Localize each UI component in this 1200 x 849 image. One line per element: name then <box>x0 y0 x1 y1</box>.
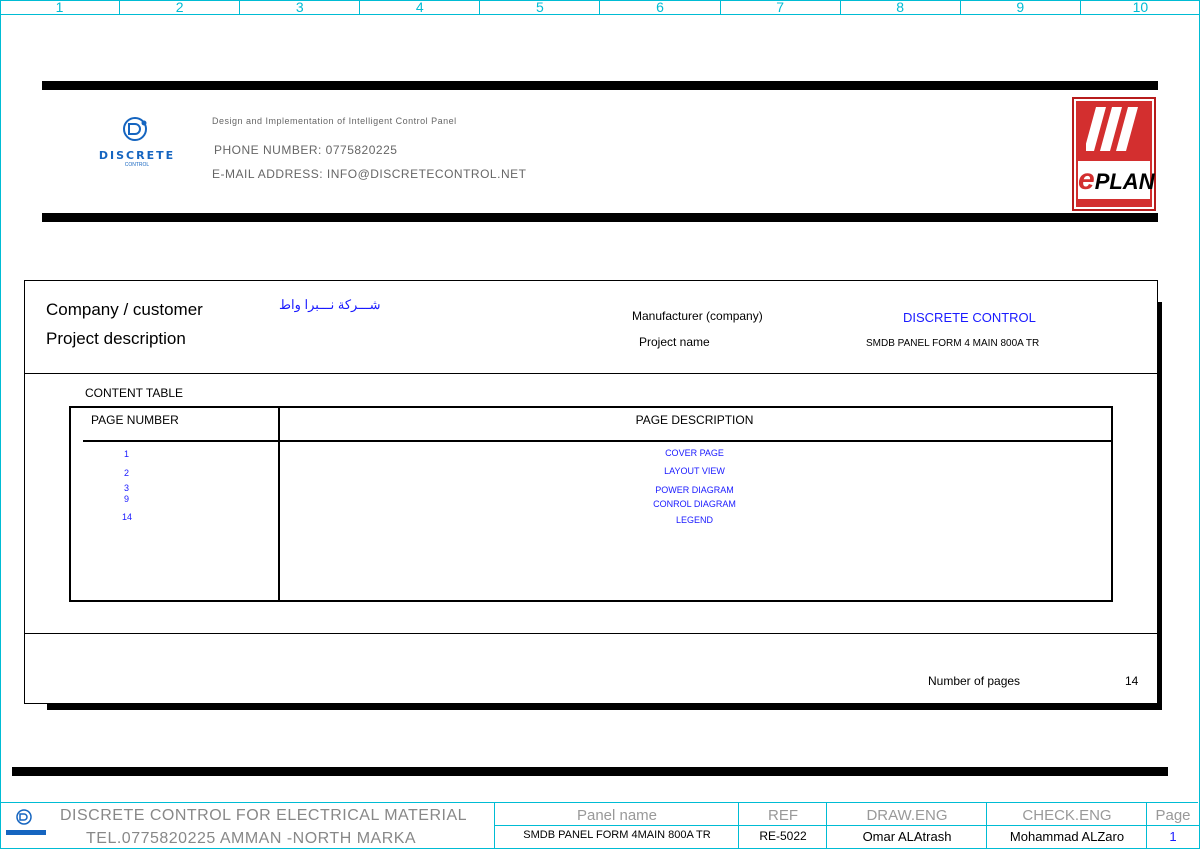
col-header-page-number: PAGE NUMBER <box>91 413 179 427</box>
ruler-cell: 5 <box>480 0 601 14</box>
discrete-control-logo: DISCRETE CONTROL <box>94 115 180 169</box>
title-block-draw-eng: DRAW.ENG Omar ALAtrash <box>826 803 987 849</box>
row-page-description: POWER DIAGRAM <box>655 485 734 495</box>
eplan-wordmark: PLAN <box>1094 169 1155 194</box>
cell-divider <box>495 825 739 826</box>
row-page-description: COVER PAGE <box>665 448 724 458</box>
title-block: DISCRETE CONTROL FOR ELECTRICAL MATERIAL… <box>0 802 1199 849</box>
project-name-label: Project name <box>639 335 710 349</box>
row-page-description: CONROL DIAGRAM <box>653 499 736 509</box>
number-of-pages-label: Number of pages <box>928 674 1021 688</box>
company-phone: PHONE NUMBER: 0775820225 <box>214 143 398 157</box>
ruler-cell: 1 <box>0 0 121 14</box>
column-ruler: 1 2 3 4 5 6 7 8 9 10 <box>0 0 1200 15</box>
row-page-number: 9 <box>124 494 130 504</box>
page-label: Page <box>1155 807 1191 824</box>
title-block-panel-name: Panel name SMDB PANEL FORM 4MAIN 800A TR <box>494 803 739 849</box>
ruler-cell: 3 <box>240 0 361 14</box>
cell-divider <box>987 825 1147 826</box>
draw-eng-value: Omar ALAtrash <box>862 829 952 844</box>
row-page-number: 1 <box>124 449 130 459</box>
check-eng-value: Mohammad ALZaro <box>1009 829 1125 844</box>
number-of-pages-value: 14 <box>1125 674 1139 688</box>
panel-name-value: SMDB PANEL FORM 4MAIN 800A TR <box>523 829 711 841</box>
footer-logo-icon <box>6 809 46 835</box>
title-block-page: Page 1 <box>1146 803 1199 849</box>
panel-name-label: Panel name <box>576 807 658 824</box>
ruler-cell: 9 <box>961 0 1081 14</box>
eplan-e-letter: e <box>1078 163 1095 196</box>
manufacturer-label: Manufacturer (company) <box>632 309 763 323</box>
manufacturer-value: DISCRETE CONTROL <box>903 310 1036 325</box>
draw-eng-label: DRAW.ENG <box>866 807 948 824</box>
ruler-cell: 8 <box>841 0 961 14</box>
footer-company-name: DISCRETE CONTROL FOR ELECTRICAL MATERIAL <box>60 807 468 824</box>
col-header-page-description: PAGE DESCRIPTION <box>635 413 754 427</box>
ref-label: REF <box>768 807 798 824</box>
check-eng-label: CHECK.ENG <box>1022 807 1112 824</box>
cover-divider-bottom <box>25 633 1157 634</box>
eplan-slash-icon <box>1086 107 1138 151</box>
header-bottom-rule <box>42 213 1158 222</box>
project-description-label: Project description <box>46 329 186 348</box>
row-page-number: 3 <box>124 483 130 493</box>
row-page-description: LEGEND <box>675 515 713 525</box>
header-top-rule <box>42 81 1158 90</box>
row-page-number: 14 <box>122 512 133 522</box>
ruler-cell: 10 <box>1132 0 1149 15</box>
row-page-description: LAYOUT VIEW <box>664 466 725 476</box>
content-table-title: CONTENT TABLE <box>85 386 184 400</box>
cell-divider <box>739 825 827 826</box>
ref-value: RE-5022 <box>759 829 807 843</box>
company-customer-label: Company / customer <box>46 300 203 319</box>
page-value: 1 <box>1169 829 1177 844</box>
row-page-number: 2 <box>124 468 130 478</box>
cell-divider <box>827 825 987 826</box>
title-block-ref: REF RE-5022 <box>738 803 827 849</box>
project-name-value: SMDB PANEL FORM 4 MAIN 800A TR <box>866 338 1040 349</box>
ruler-cell: 7 <box>721 0 841 14</box>
logo-subtext: CONTROL <box>124 162 150 168</box>
title-block-check-eng: CHECK.ENG Mohammad ALZaro <box>986 803 1147 849</box>
company-email: E-MAIL ADDRESS: INFO@DISCRETECONTROL.NET <box>212 167 527 181</box>
logo-wordmark: DISCRETE <box>98 149 176 162</box>
title-block-company: DISCRETE CONTROL FOR ELECTRICAL MATERIAL… <box>0 803 494 849</box>
eplan-logo: ePLAN <box>1072 97 1156 211</box>
company-tagline: Design and Implementation of Intelligent… <box>212 116 457 126</box>
ruler-cell: 2 <box>120 0 241 14</box>
content-table: PAGE NUMBER PAGE DESCRIPTION 1 COVER PAG… <box>69 406 1113 602</box>
ruler-cell: 4 <box>360 0 481 14</box>
content-table-header-rule <box>83 440 1113 442</box>
footer-rule <box>12 767 1168 776</box>
ruler-cell: 6 <box>600 0 721 14</box>
cell-divider <box>1147 825 1199 826</box>
footer-company-contact: TEL.0775820225 AMMAN -NORTH MARKA <box>86 830 417 847</box>
cover-divider-top <box>25 373 1157 374</box>
company-customer-value: شـــركة نـــبرا واط <box>279 297 381 312</box>
